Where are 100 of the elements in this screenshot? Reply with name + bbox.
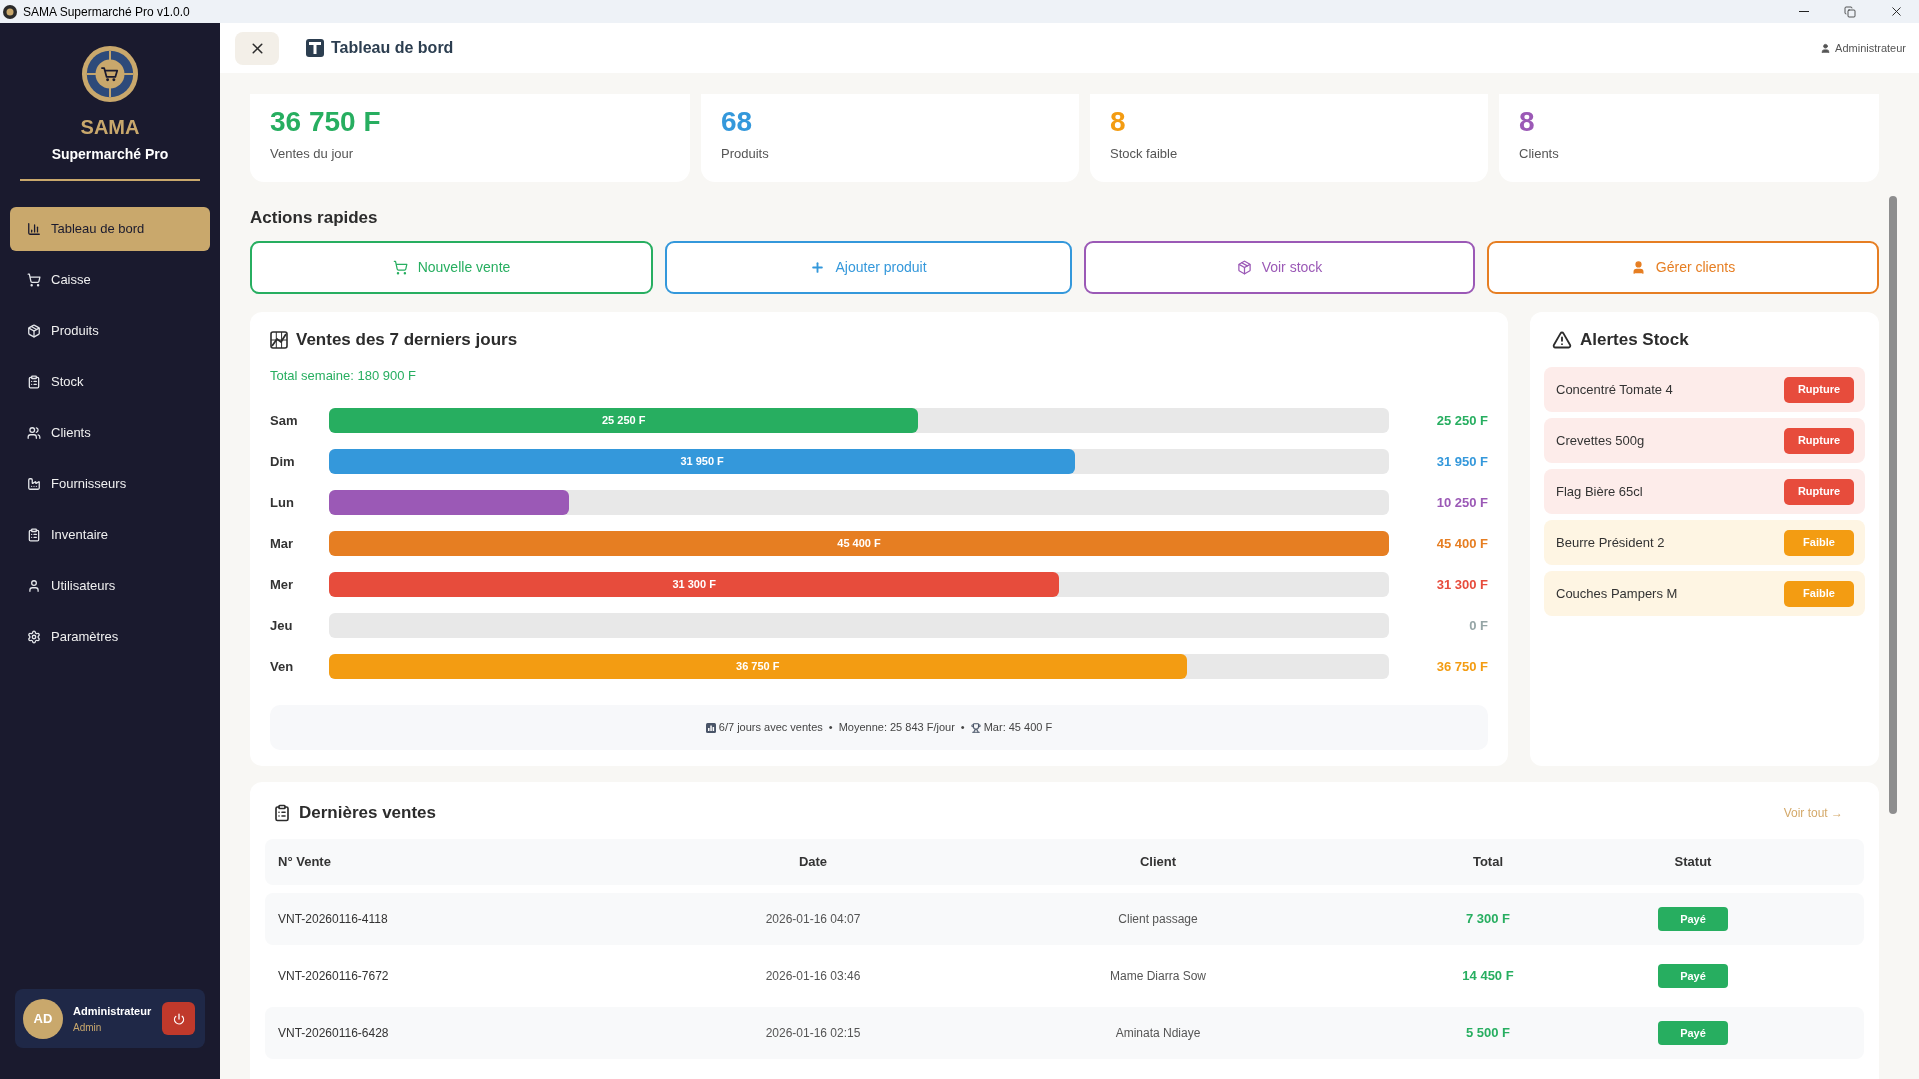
stat-label: Clients xyxy=(1519,145,1560,163)
table-cell-text: 2026-01-16 02:15 xyxy=(765,1025,861,1042)
day-label: Jeu xyxy=(270,616,294,635)
restore-icon xyxy=(1844,5,1856,18)
page-title: Tableau de bord xyxy=(331,38,454,58)
bullet-separator: • xyxy=(960,720,965,736)
nav-item[interactable]: Utilisateurs xyxy=(10,564,210,608)
logo-icon xyxy=(81,45,139,103)
power-icon xyxy=(172,1012,185,1025)
product-name: Beurre Président 2 xyxy=(1556,533,1665,552)
status-badge: Faible xyxy=(1784,580,1854,607)
factory-icon xyxy=(27,477,41,491)
product-name: Crevettes 500g xyxy=(1556,431,1645,450)
table-cell-text: Mame Diarra Sow xyxy=(1110,968,1206,985)
nav-item[interactable]: Caisse xyxy=(10,258,210,302)
chart-icon xyxy=(270,331,288,349)
brand-subtitle: Supermarché Pro xyxy=(51,145,169,163)
bar-label: 31 950 F xyxy=(680,454,724,470)
product-name: Couches Pampers M xyxy=(1556,584,1678,603)
clipboard-icon xyxy=(27,375,41,389)
status-badge: Payé xyxy=(1658,907,1728,931)
day-label: Ven xyxy=(270,657,295,676)
nav-item[interactable]: Clients xyxy=(10,411,210,455)
column-header: Client xyxy=(1139,853,1177,872)
day-label: Mar xyxy=(270,534,295,553)
day-label: Dim xyxy=(270,452,296,471)
chart-title: Ventes des 7 derniers jours xyxy=(296,329,518,352)
package-icon xyxy=(27,324,41,338)
table-cell-text: VNT-20260116-6428 xyxy=(277,1025,389,1042)
stat-label: Stock faible xyxy=(1110,145,1179,163)
cart-icon xyxy=(392,260,408,275)
stat-value: 8 xyxy=(1519,106,1536,138)
nav-item[interactable]: Produits xyxy=(10,309,210,353)
scrollbar-thumb[interactable] xyxy=(1889,196,1897,814)
amount-label: 10 250 F xyxy=(1435,493,1488,512)
bar-chart-icon xyxy=(27,222,41,236)
window-title: SAMA Supermarché Pro v1.0.0 xyxy=(23,3,190,21)
table-cell-text: 2026-01-16 03:46 xyxy=(765,968,861,985)
plus-icon xyxy=(810,260,826,275)
close-button[interactable] xyxy=(235,31,279,65)
bar-label: 25 250 F xyxy=(601,413,646,429)
weekly-total: Total semaine: 180 900 F xyxy=(270,368,417,384)
nav-item[interactable]: Paramètres xyxy=(10,615,210,659)
table-cell-text: 2026-01-16 04:07 xyxy=(765,911,861,928)
nav-item[interactable]: Fournisseurs xyxy=(10,462,210,506)
stat-label: Produits xyxy=(721,145,770,163)
product-name: Flag Bière 65cl xyxy=(1556,482,1643,501)
logout-button[interactable] xyxy=(162,1002,195,1035)
user-label: Administrateur xyxy=(1835,40,1906,56)
day-label: Sam xyxy=(270,411,299,430)
status-badge: Rupture xyxy=(1784,478,1854,505)
stat-label: Ventes du jour xyxy=(270,145,355,163)
person-icon xyxy=(27,579,41,593)
status-badge: Payé xyxy=(1658,1021,1728,1045)
amount-label: 45 400 F xyxy=(1435,534,1488,553)
stat-value: 68 xyxy=(721,106,754,138)
settings-icon xyxy=(27,630,41,644)
bar-label: 36 750 F xyxy=(736,659,780,675)
summary-text: 6/7 jours avec ventes xyxy=(718,720,823,736)
minimize-icon xyxy=(1799,11,1809,12)
table-cell-text: 5 500 F xyxy=(1465,1024,1511,1043)
warning-icon xyxy=(1552,330,1572,350)
column-header: Date xyxy=(798,853,828,872)
user-name: Administrateur xyxy=(73,1003,152,1018)
amount-label: 0 F xyxy=(1468,616,1488,635)
table-cell-text: 14 450 F xyxy=(1462,967,1514,986)
cart-icon xyxy=(27,273,41,287)
status-badge: Rupture xyxy=(1784,376,1854,403)
trophy-icon xyxy=(970,722,981,733)
dashboard-icon xyxy=(306,39,324,57)
section-title: Actions rapides xyxy=(250,207,379,229)
people-icon xyxy=(27,426,41,440)
user-role: Admin xyxy=(73,1021,103,1034)
summary-text: Moyenne: 25 843 F/jour xyxy=(838,720,955,736)
table-cell-text: Aminata Ndiaye xyxy=(1115,1025,1201,1042)
amount-label: 31 950 F xyxy=(1435,452,1488,471)
table-cell-text: VNT-20260116-7672 xyxy=(277,968,389,985)
nav-item[interactable]: Stock xyxy=(10,360,210,404)
product-name: Concentré Tomate 4 xyxy=(1556,380,1673,399)
clipboard-icon xyxy=(273,804,291,822)
person-icon xyxy=(1820,42,1832,54)
quick-action-button[interactable]: Voir stock xyxy=(1084,241,1475,294)
status-badge: Rupture xyxy=(1784,427,1854,454)
user-avatar: AD xyxy=(23,998,63,1039)
clipboard-icon xyxy=(27,528,41,542)
bar-label: 31 300 F xyxy=(672,577,716,593)
nav-item[interactable]: Inventaire xyxy=(10,513,210,557)
column-header: Total xyxy=(1472,853,1504,872)
day-label: Lun xyxy=(270,493,295,512)
bar-chart-icon xyxy=(705,722,716,733)
alerts-title: Alertes Stock xyxy=(1580,329,1689,352)
status-badge: Payé xyxy=(1658,964,1728,988)
package-icon xyxy=(1236,260,1252,275)
amount-label: 31 300 F xyxy=(1435,575,1488,594)
table-cell-text: Client passage xyxy=(1118,911,1198,928)
bar-label: 45 400 F xyxy=(837,536,881,552)
sales-title: Dernières ventes xyxy=(299,802,437,825)
table-cell-text: VNT-20260116-4118 xyxy=(277,911,388,928)
amount-label: 25 250 F xyxy=(1435,411,1488,430)
nav-item[interactable]: Tableau de bord xyxy=(10,207,210,251)
